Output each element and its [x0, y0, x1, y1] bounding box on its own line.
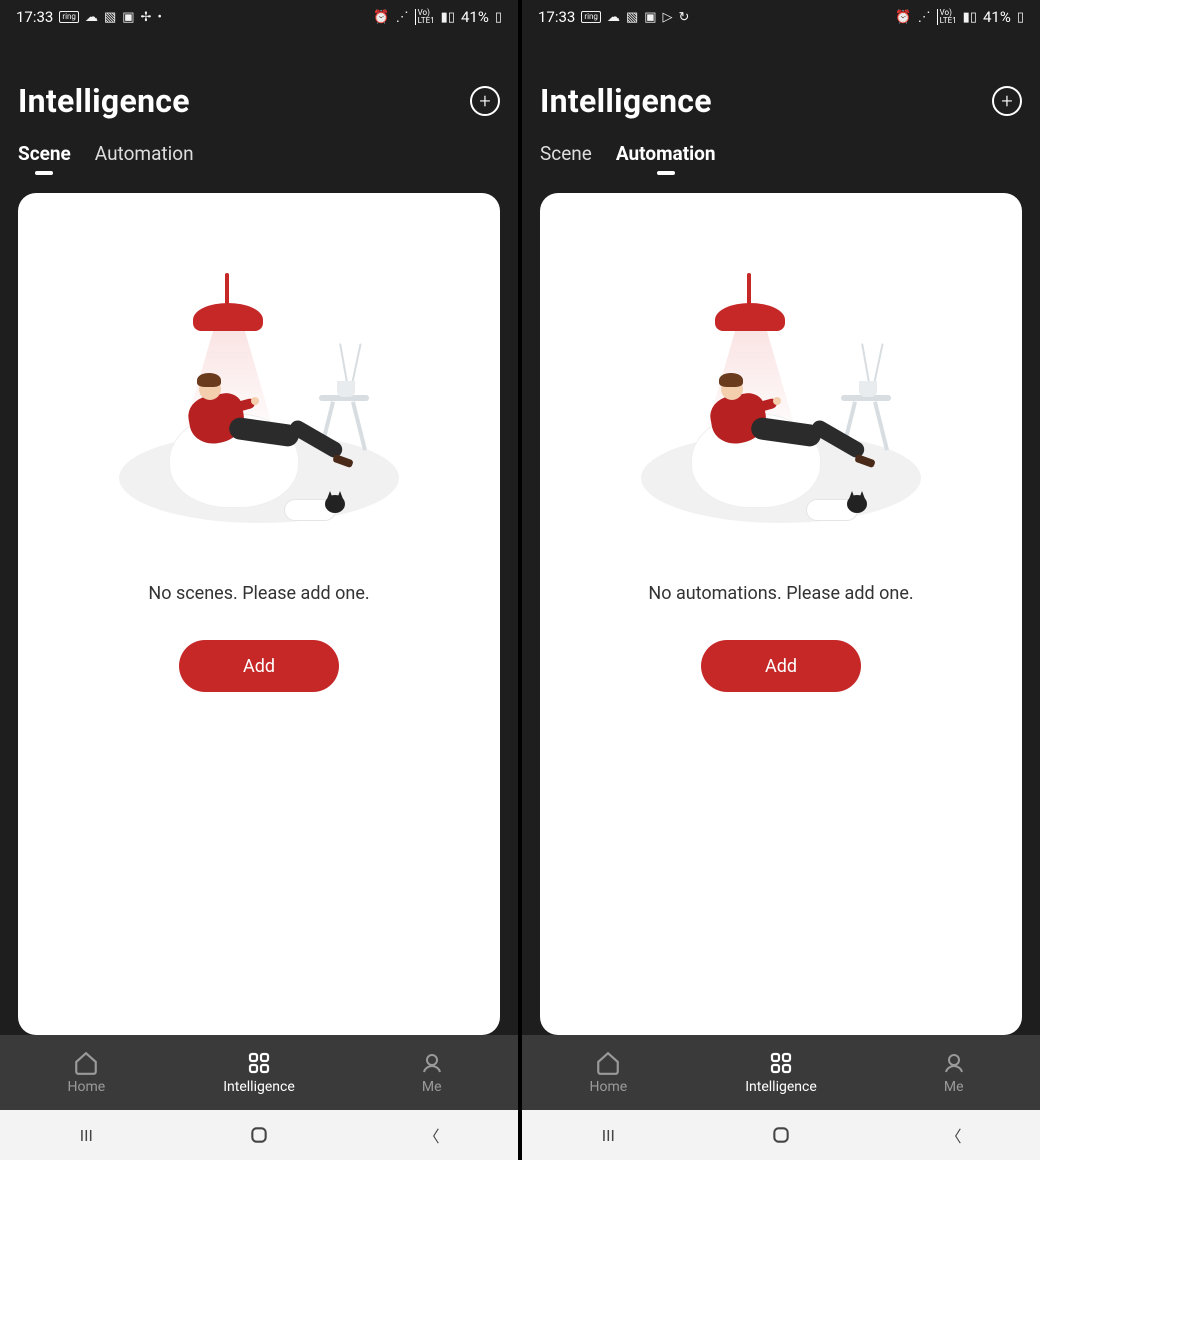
status-time: 17:33 — [16, 8, 53, 26]
nav-me[interactable]: Me — [867, 1035, 1040, 1110]
add-button[interactable]: Add — [701, 640, 861, 692]
android-navbar: III 〈 — [0, 1110, 518, 1160]
empty-message: No automations. Please add one. — [648, 583, 913, 604]
cloud-icon: ☁ — [607, 10, 620, 25]
status-time: 17:33 — [538, 8, 575, 26]
nav-me-label: Me — [422, 1079, 442, 1095]
alarm-icon: ⏰ — [895, 10, 911, 25]
bottom-nav: Home Intelligence Me — [0, 1035, 518, 1110]
back-button[interactable]: 〈 — [417, 1120, 447, 1150]
home-icon — [73, 1050, 99, 1076]
ring-icon: ring — [59, 11, 79, 23]
empty-illustration — [641, 273, 921, 553]
tab-automation[interactable]: Automation — [616, 142, 716, 165]
play-icon: ▷ — [663, 10, 673, 25]
battery-pct: 41% — [461, 8, 489, 26]
home-button[interactable] — [244, 1120, 274, 1150]
pinwheel-icon: ✢ — [141, 10, 152, 25]
nav-home[interactable]: Home — [0, 1035, 173, 1110]
bottom-nav: Home Intelligence Me — [522, 1035, 1040, 1110]
signal-icon: ▮▯ — [441, 10, 455, 25]
page-title: Intelligence — [540, 82, 712, 120]
status-bar: 17:33 ring ☁ ▧ ▣ ▷ ↻ ⏰ ⋰ Vo)LTE1 ▮▯ 41% … — [522, 0, 1040, 34]
nav-home-label: Home — [589, 1079, 627, 1095]
wifi-icon: ⋰ — [396, 10, 409, 25]
battery-icon: ▯ — [495, 10, 502, 25]
phone-automation: 17:33 ring ☁ ▧ ▣ ▷ ↻ ⏰ ⋰ Vo)LTE1 ▮▯ 41% … — [522, 0, 1040, 1160]
user-icon — [941, 1050, 967, 1076]
nav-intelligence-label: Intelligence — [745, 1079, 817, 1095]
image-icon: ▧ — [626, 10, 638, 25]
add-icon-button[interactable]: + — [992, 86, 1022, 116]
add-icon-button[interactable]: + — [470, 86, 500, 116]
home-button[interactable] — [766, 1120, 796, 1150]
volte-icon: Vo)LTE1 — [937, 9, 957, 25]
camera-off-icon: ▣ — [644, 10, 656, 25]
tab-bar: Scene Automation — [522, 130, 1040, 179]
nav-me-label: Me — [944, 1079, 964, 1095]
grid-icon — [768, 1050, 794, 1076]
image-icon: ▧ — [104, 10, 116, 25]
alarm-icon: ⏰ — [373, 10, 389, 25]
user-icon — [419, 1050, 445, 1076]
nav-intelligence-label: Intelligence — [223, 1079, 295, 1095]
nav-home[interactable]: Home — [522, 1035, 695, 1110]
status-bar: 17:33 ring ☁ ▧ ▣ ✢ • ⏰ ⋰ Vo)LTE1 ▮▯ 41% … — [0, 0, 518, 34]
phone-scene: 17:33 ring ☁ ▧ ▣ ✢ • ⏰ ⋰ Vo)LTE1 ▮▯ 41% … — [0, 0, 518, 1160]
android-navbar: III 〈 — [522, 1110, 1040, 1160]
battery-icon: ▯ — [1017, 10, 1024, 25]
nav-me[interactable]: Me — [345, 1035, 518, 1110]
sync-icon: ↻ — [679, 10, 690, 25]
tab-bar: Scene Automation — [0, 130, 518, 179]
home-icon — [595, 1050, 621, 1076]
nav-intelligence[interactable]: Intelligence — [173, 1035, 346, 1110]
signal-icon: ▮▯ — [963, 10, 977, 25]
dot-icon: • — [157, 10, 161, 25]
camera-off-icon: ▣ — [122, 10, 134, 25]
page-title: Intelligence — [18, 82, 190, 120]
nav-home-label: Home — [67, 1079, 105, 1095]
recents-button[interactable]: III — [593, 1120, 623, 1150]
empty-illustration — [119, 273, 399, 553]
nav-intelligence[interactable]: Intelligence — [695, 1035, 868, 1110]
empty-card: No automations. Please add one. Add — [540, 193, 1022, 1035]
empty-message: No scenes. Please add one. — [148, 583, 369, 604]
plus-icon: + — [479, 89, 490, 113]
recents-button[interactable]: III — [71, 1120, 101, 1150]
plus-icon: + — [1001, 89, 1012, 113]
wifi-icon: ⋰ — [918, 10, 931, 25]
add-button[interactable]: Add — [179, 640, 339, 692]
tab-scene[interactable]: Scene — [18, 142, 71, 165]
tab-automation[interactable]: Automation — [95, 142, 194, 165]
empty-card: No scenes. Please add one. Add — [18, 193, 500, 1035]
ring-icon: ring — [581, 11, 601, 23]
grid-icon — [246, 1050, 272, 1076]
battery-pct: 41% — [983, 8, 1011, 26]
cloud-icon: ☁ — [85, 10, 98, 25]
volte-icon: Vo)LTE1 — [415, 9, 435, 25]
tab-scene[interactable]: Scene — [540, 142, 592, 165]
back-button[interactable]: 〈 — [939, 1120, 969, 1150]
